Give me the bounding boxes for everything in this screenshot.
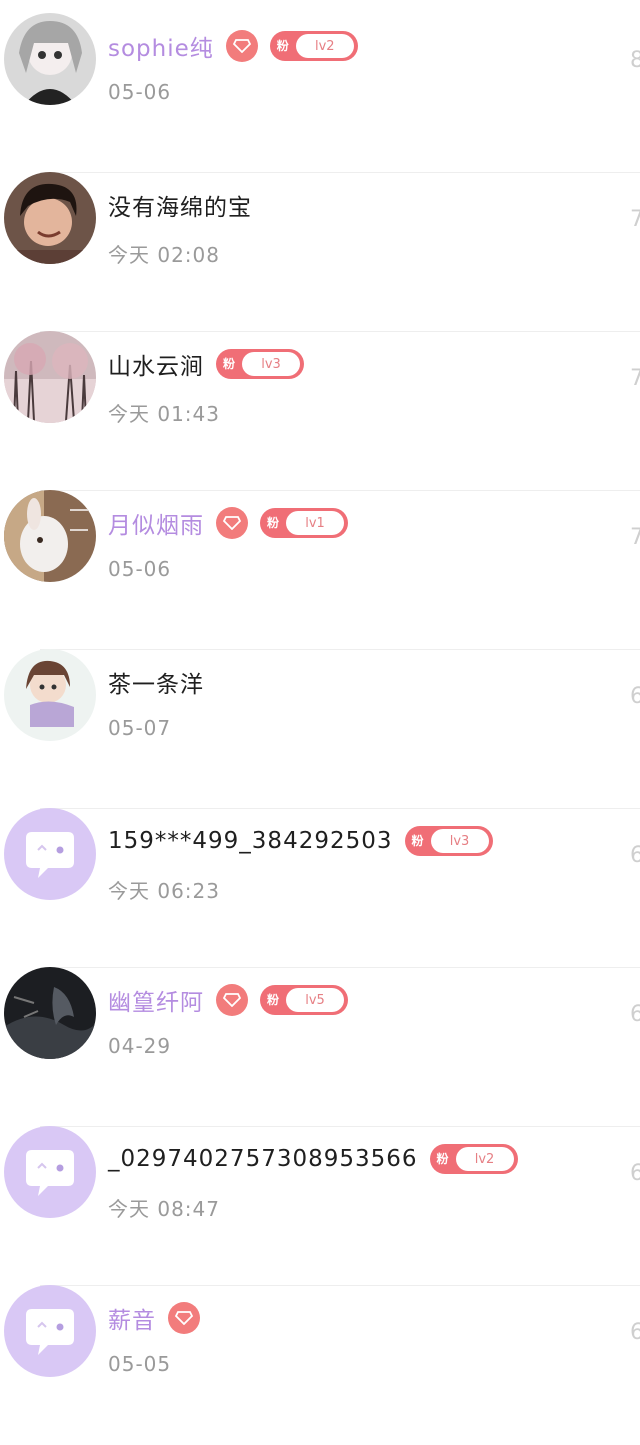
fan-level: lv1 [286,511,344,535]
timestamp: 04-29 [108,1034,172,1058]
default-avatar-icon[interactable] [4,1285,96,1377]
avatar[interactable] [4,331,96,423]
default-avatar-icon[interactable] [4,1126,96,1218]
user-name[interactable]: sophie纯 [108,29,214,63]
diamond-vip-icon [216,507,248,539]
default-avatar-icon[interactable] [4,808,96,900]
name-line: 159***499_384292503 粉 lv3 [108,825,493,857]
trailing-count: 6 [630,1002,640,1027]
fan-level-badge: 粉 lv3 [404,826,493,856]
list-item[interactable]: 月似烟雨 粉 lv1 05-06 7 [0,490,640,650]
user-name[interactable]: 幽篁纤阿 [108,983,204,1017]
trailing-count: 7 [630,525,640,550]
fan-badge-char: 粉 [223,357,236,371]
user-name[interactable]: 薪音 [108,1301,156,1335]
timestamp: 05-05 [108,1352,172,1376]
fan-badge-char: 粉 [436,1152,449,1166]
name-line: 月似烟雨 粉 lv1 [108,507,348,539]
trailing-count: 7 [630,366,640,391]
list-item[interactable]: sophie纯 粉 lv2 05-06 8 [0,13,640,173]
fan-level-badge: 粉 lv5 [260,985,348,1015]
trailing-count: 8 [630,48,640,73]
fan-badge-char: 粉 [267,993,280,1007]
name-line: sophie纯 粉 lv2 [108,30,358,62]
list-item[interactable]: 幽篁纤阿 粉 lv5 04-29 6 [0,967,640,1127]
name-line: 薪音 [108,1302,200,1334]
fan-badge-char: 粉 [267,516,280,530]
fan-level: lv5 [286,988,344,1012]
user-name[interactable]: _0297402757308953566 [108,1146,418,1172]
list-item[interactable]: 没有海绵的宝 今天 02:08 7 [0,172,640,332]
trailing-count: 6 [630,1320,640,1345]
timestamp: 今天 01:43 [108,402,220,426]
avatar[interactable] [4,13,96,105]
avatar[interactable] [4,490,96,582]
diamond-vip-icon [168,1302,200,1334]
fan-level-badge: 粉 lv1 [260,508,348,538]
user-name[interactable]: 月似烟雨 [108,506,204,540]
name-line: 茶一条洋 [108,666,204,698]
name-line: 山水云涧 粉 lv3 [108,348,304,380]
fan-badge-char: 粉 [411,834,424,848]
fan-level-badge: 粉 lv3 [216,349,304,379]
avatar[interactable] [4,172,96,264]
list-item[interactable]: 159***499_384292503 粉 lv3 今天 06:23 6 [0,808,640,968]
list-item[interactable]: 山水云涧 粉 lv3 今天 01:43 7 [0,331,640,491]
name-line: 幽篁纤阿 粉 lv5 [108,984,348,1016]
fan-level: lv3 [242,352,300,376]
user-name[interactable]: 茶一条洋 [108,665,204,699]
timestamp: 今天 02:08 [108,243,220,267]
avatar[interactable] [4,649,96,741]
avatar[interactable] [4,967,96,1059]
user-name[interactable]: 山水云涧 [108,347,204,381]
trailing-count: 6 [630,843,640,868]
name-line: 没有海绵的宝 [108,189,252,221]
timestamp: 05-07 [108,716,172,740]
list-item[interactable]: 薪音 05-05 6 [0,1285,640,1445]
fan-badge-char: 粉 [276,39,289,53]
timestamp: 今天 06:23 [108,879,220,903]
fan-level-badge: 粉 lv2 [269,31,358,61]
trailing-count: 6 [630,684,640,709]
timestamp: 05-06 [108,557,172,581]
trailing-count: 6 [630,1161,640,1186]
trailing-count: 7 [630,207,640,232]
diamond-vip-icon [216,984,248,1016]
diamond-vip-icon [225,30,258,62]
timestamp: 今天 08:47 [108,1197,220,1221]
fan-level: lv2 [295,34,354,58]
fan-level: lv3 [430,829,489,853]
fan-level: lv2 [455,1147,514,1171]
list-item[interactable]: 茶一条洋 05-07 6 [0,649,640,809]
list-item[interactable]: _0297402757308953566 粉 lv2 今天 08:47 6 [0,1126,640,1286]
name-line: _0297402757308953566 粉 lv2 [108,1143,518,1175]
user-name[interactable]: 没有海绵的宝 [108,188,252,222]
timestamp: 05-06 [108,80,172,104]
user-name[interactable]: 159***499_384292503 [108,828,393,854]
fan-level-badge: 粉 lv2 [429,1144,518,1174]
